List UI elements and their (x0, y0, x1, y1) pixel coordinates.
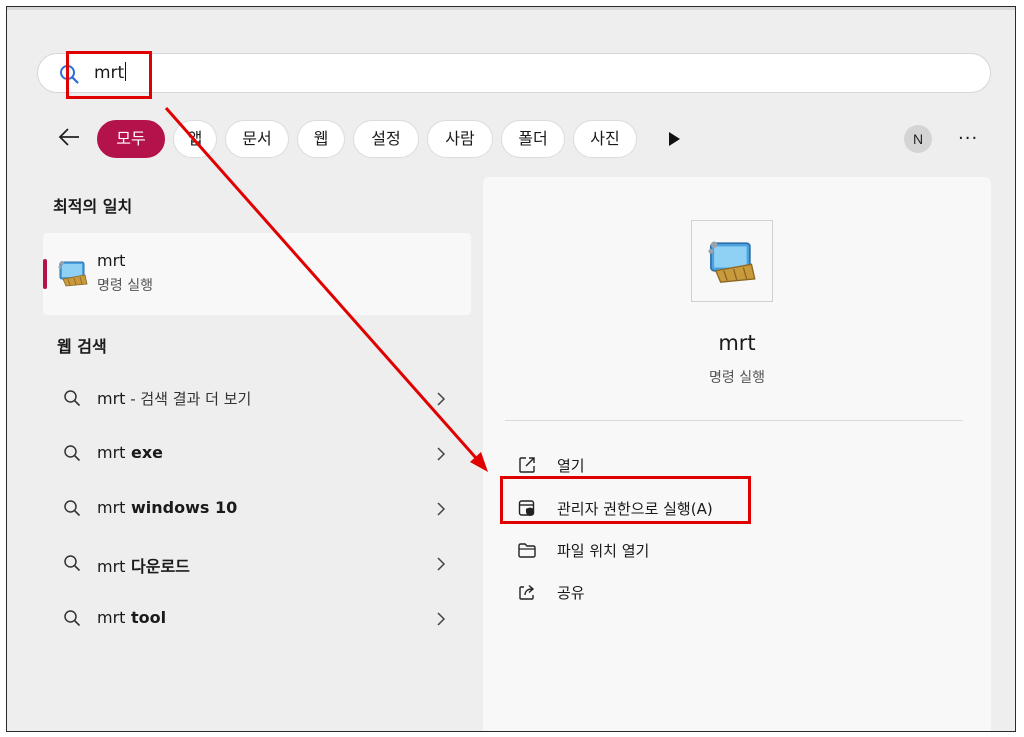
start-search-window: mrt 모두 앱 문서 웹 설정 사람 폴더 사진 N ··· 최적의 일치 m… (6, 6, 1016, 732)
search-icon (64, 500, 81, 517)
top-edge (7, 7, 1015, 10)
filter-people[interactable]: 사람 (427, 120, 493, 158)
search-highlight-box (66, 51, 152, 99)
chevron-right-icon (437, 447, 446, 461)
web-search-text: mrt tool (97, 608, 167, 627)
detail-panel: mrt 명령 실행 열기 관리자 권한으로 실행(A) 파일 위치 열기 공유 (483, 177, 991, 731)
run-as-admin-highlight-box (500, 476, 751, 524)
web-search-item[interactable]: mrt tool (43, 594, 471, 644)
action-label: 공유 (557, 584, 585, 602)
web-search-heading: 웹 검색 (57, 337, 107, 356)
action-label: 열기 (557, 457, 585, 475)
web-search-text: mrt 다운로드 (97, 557, 190, 576)
more-options-icon[interactable]: ··· (958, 130, 978, 148)
web-search-item[interactable]: mrt windows 10 (43, 484, 471, 534)
mrt-app-icon (708, 241, 756, 283)
detail-type: 명령 실행 (709, 370, 765, 386)
best-match-type: 명령 실행 (97, 278, 153, 294)
back-arrow-icon[interactable] (57, 125, 81, 149)
filter-settings[interactable]: 설정 (353, 120, 419, 158)
detail-title: mrt (718, 331, 756, 355)
search-icon (64, 390, 81, 407)
filter-folders[interactable]: 폴더 (501, 120, 565, 158)
best-match-name: mrt (97, 251, 126, 270)
filter-apps[interactable]: 앱 (173, 120, 217, 158)
filter-web[interactable]: 웹 (297, 120, 345, 158)
filter-documents[interactable]: 문서 (225, 120, 289, 158)
open-external-icon (519, 457, 535, 473)
web-search-text: mrt - 검색 결과 더 보기 (97, 389, 252, 408)
best-match-heading: 최적의 일치 (53, 197, 133, 216)
search-icon (64, 555, 81, 572)
mrt-app-icon (58, 261, 88, 287)
folder-icon (518, 543, 536, 558)
search-icon (64, 445, 81, 462)
action-label: 파일 위치 열기 (557, 542, 650, 560)
chevron-right-icon (437, 612, 446, 626)
web-search-text: mrt windows 10 (97, 498, 238, 517)
web-search-item[interactable]: mrt exe (43, 429, 471, 479)
best-match-result[interactable]: mrt 명령 실행 (43, 233, 471, 315)
share-icon (519, 584, 535, 600)
web-search-item[interactable]: mrt 다운로드 (43, 539, 471, 589)
more-filters-icon[interactable] (667, 131, 681, 147)
filter-all[interactable]: 모두 (97, 120, 165, 158)
web-search-text: mrt exe (97, 443, 164, 462)
web-search-item[interactable]: mrt - 검색 결과 더 보기 (43, 374, 471, 424)
filter-photos[interactable]: 사진 (573, 120, 637, 158)
detail-icon-frame (691, 220, 773, 302)
search-box[interactable]: mrt (37, 53, 991, 93)
divider (505, 420, 963, 421)
chevron-right-icon (437, 502, 446, 516)
account-avatar[interactable]: N (904, 125, 932, 153)
action-open-file-location[interactable]: 파일 위치 열기 (517, 535, 817, 565)
selection-indicator (43, 259, 47, 289)
chevron-right-icon (437, 557, 446, 571)
chevron-right-icon (437, 392, 446, 406)
action-share[interactable]: 공유 (517, 577, 817, 607)
search-icon (64, 610, 81, 627)
